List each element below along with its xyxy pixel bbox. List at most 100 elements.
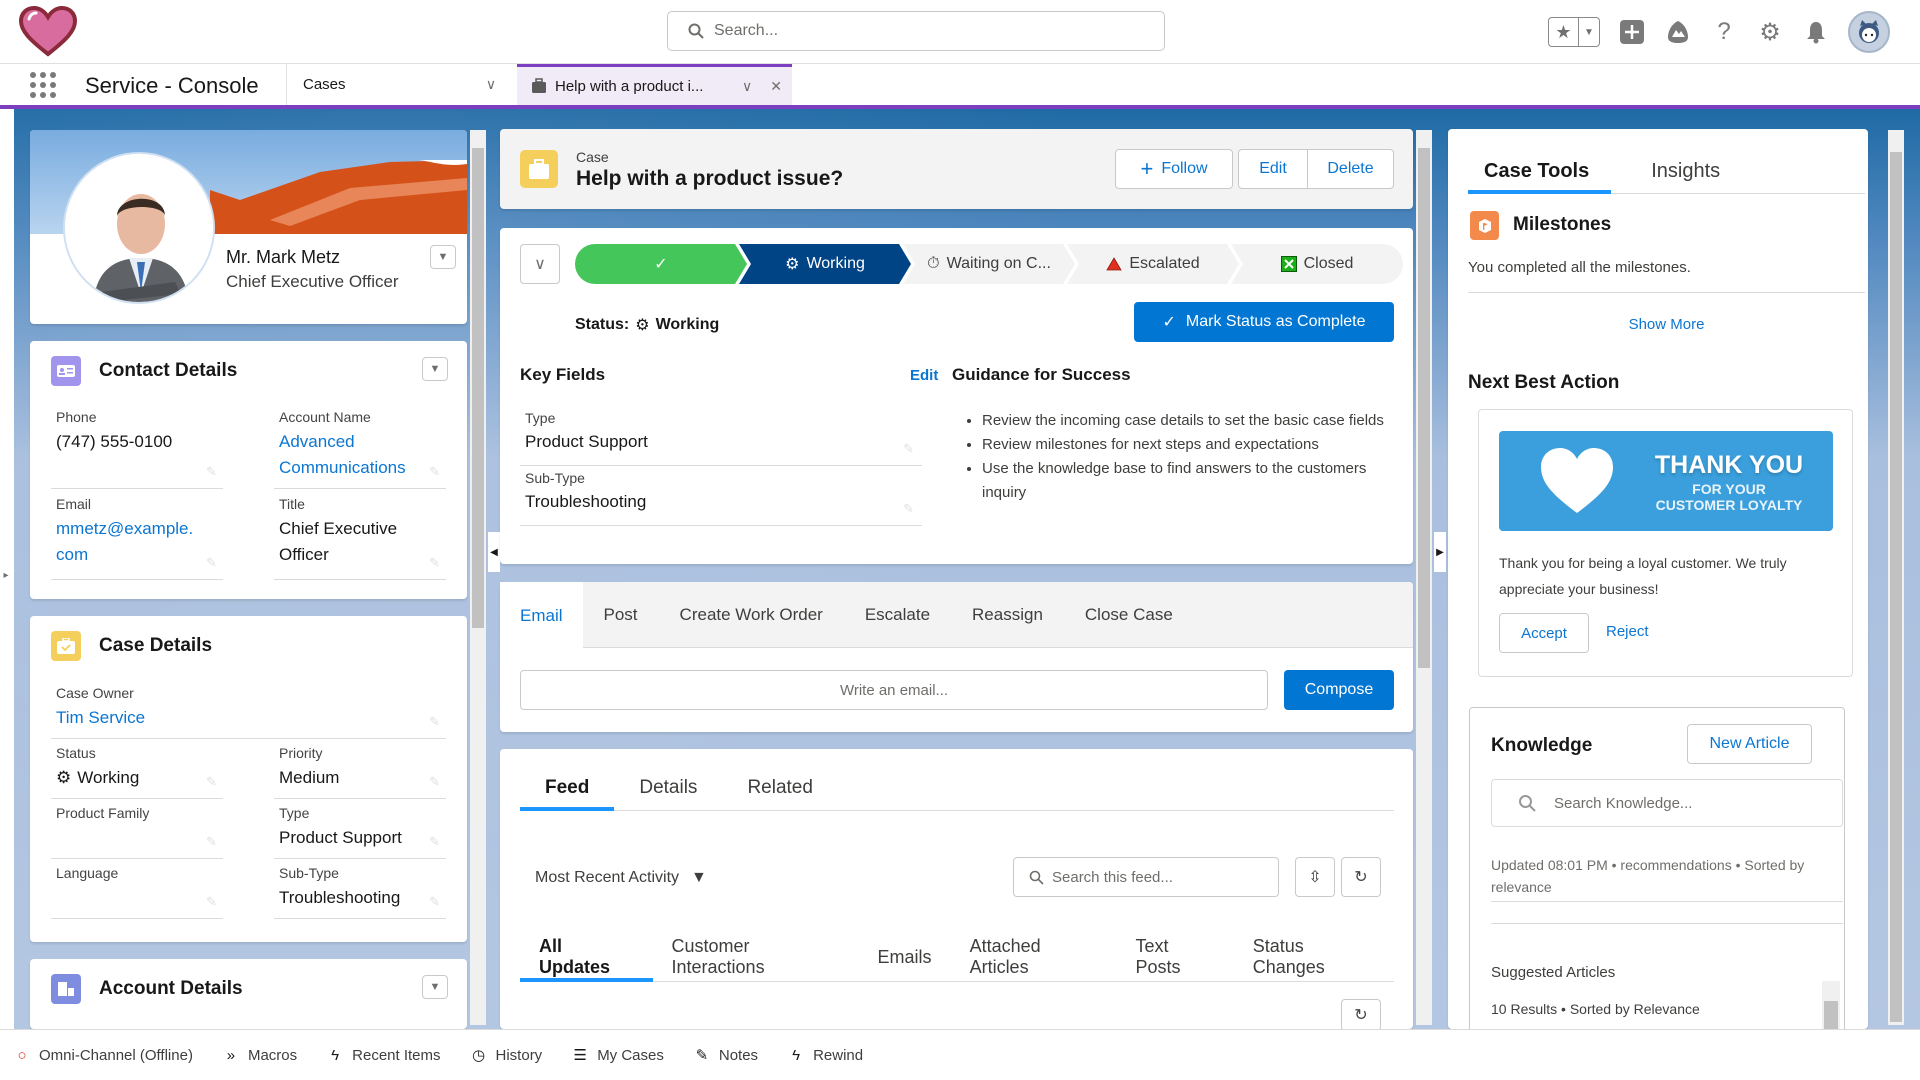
feed-refresh-icon[interactable]: ↻ xyxy=(1341,999,1381,1031)
edit-pencil-icon[interactable]: ✎ xyxy=(429,894,440,910)
edit-pencil-icon[interactable]: ✎ xyxy=(429,464,440,480)
new-article-button[interactable]: New Article xyxy=(1687,724,1812,764)
account-details-menu-icon[interactable]: ▼ xyxy=(422,975,448,999)
edit-pencil-icon[interactable]: ✎ xyxy=(429,714,440,730)
middle-panel-scrollbar[interactable] xyxy=(1416,130,1432,1025)
phone-value[interactable]: (747) 555-0100 xyxy=(56,429,223,455)
left-panel-scrollbar[interactable] xyxy=(470,130,486,1025)
right-panel-scrollbar[interactable] xyxy=(1888,130,1904,1025)
edit-pencil-icon[interactable]: ✎ xyxy=(429,555,440,571)
setup-gear-icon[interactable]: ⚙ xyxy=(1756,18,1784,46)
filter-status-changes[interactable]: Status Changes xyxy=(1234,932,1394,982)
path-stage-closed[interactable]: Closed xyxy=(1231,244,1403,284)
field-sub-type: Sub-Type Troubleshooting ✎ xyxy=(274,865,446,919)
workspace-tab-case[interactable]: Help with a product i... ∨ ✕ xyxy=(517,64,792,105)
tab-feed[interactable]: Feed xyxy=(520,765,615,811)
follow-label: Follow xyxy=(1161,160,1208,177)
path-stage-waiting[interactable]: ⏱ Waiting on C... xyxy=(903,244,1075,284)
filter-attached-articles[interactable]: Attached Articles xyxy=(951,932,1117,982)
tab-case-tools[interactable]: Case Tools xyxy=(1468,149,1612,194)
left-edge-expand-icon[interactable]: ▸ xyxy=(0,555,12,595)
utility-rewind[interactable]: ϟ Rewind xyxy=(788,1047,863,1064)
email-link[interactable]: mmetz@example.com xyxy=(56,516,196,568)
scrollbar-thumb[interactable] xyxy=(1890,152,1902,1022)
tab-details[interactable]: Details xyxy=(614,765,722,811)
edit-pencil-icon[interactable]: ✎ xyxy=(206,555,217,571)
edit-pencil-icon[interactable]: ✎ xyxy=(206,834,217,850)
scrollbar-thumb[interactable] xyxy=(472,148,484,628)
edit-pencil-icon[interactable]: ✎ xyxy=(206,894,217,910)
favorites-star-icon[interactable]: ★ xyxy=(1549,18,1579,46)
follow-button[interactable]: + Follow xyxy=(1115,149,1233,189)
favorites-dropdown-icon[interactable]: ▼ xyxy=(1579,18,1599,46)
nav-item-cases[interactable]: Cases xyxy=(286,64,466,105)
search-knowledge-input[interactable]: Search Knowledge... xyxy=(1491,779,1843,827)
refresh-icon[interactable]: ↻ xyxy=(1341,857,1381,897)
suggested-list-scrollbar[interactable] xyxy=(1822,981,1840,1036)
mark-status-complete-button[interactable]: ✓ Mark Status as Complete xyxy=(1134,302,1394,342)
tab-reassign[interactable]: Reassign xyxy=(951,582,1064,648)
utility-notes[interactable]: ✎ Notes xyxy=(694,1046,758,1065)
feed-sort-dropdown[interactable]: Most Recent Activity ▼ xyxy=(535,869,707,887)
help-icon[interactable]: ? xyxy=(1710,18,1738,46)
right-panel-collapse-icon[interactable]: ▶ xyxy=(1434,532,1446,572)
edit-pencil-icon[interactable]: ✎ xyxy=(903,441,914,457)
workspace-tab-label: Help with a product i... xyxy=(555,77,704,95)
path-expand-chevron-icon[interactable]: ∨ xyxy=(520,244,560,284)
heart-logo-icon[interactable] xyxy=(18,5,78,58)
global-search-input[interactable]: Search... xyxy=(667,11,1165,51)
user-avatar[interactable] xyxy=(1848,11,1890,53)
path-stage-complete[interactable]: ✓ xyxy=(575,244,747,284)
nav-menu-chevron-down-icon[interactable]: ∨ xyxy=(466,64,516,105)
plus-icon: + xyxy=(1140,156,1154,181)
tab-create-work-order[interactable]: Create Work Order xyxy=(659,582,844,648)
edit-pencil-icon[interactable]: ✎ xyxy=(429,774,440,790)
tab-related[interactable]: Related xyxy=(722,765,838,811)
utility-omni-channel[interactable]: ○ Omni-Channel (Offline) xyxy=(14,1047,192,1064)
edit-pencil-icon[interactable]: ✎ xyxy=(206,464,217,480)
profile-menu-dropdown-icon[interactable]: ▼ xyxy=(430,245,456,269)
favorites-button-group[interactable]: ★ ▼ xyxy=(1548,17,1600,47)
global-actions-plus-icon[interactable] xyxy=(1618,18,1646,46)
utility-macros[interactable]: » Macros xyxy=(223,1047,297,1064)
write-email-input[interactable]: Write an email... xyxy=(520,670,1268,710)
utility-my-cases[interactable]: ☰ My Cases xyxy=(572,1046,663,1065)
search-feed-input[interactable]: Search this feed... xyxy=(1013,857,1279,897)
delete-button[interactable]: Delete xyxy=(1307,149,1394,189)
show-more-link[interactable]: Show More xyxy=(1448,316,1885,333)
key-field-type: Type Product Support ✎ xyxy=(520,410,922,466)
contact-details-menu-icon[interactable]: ▼ xyxy=(422,357,448,381)
case-owner-link[interactable]: Tim Service xyxy=(56,705,446,731)
knowledge-meta-text: Updated 08:01 PM • recommendations • Sor… xyxy=(1491,857,1805,895)
path-stage-escalated[interactable]: Escalated xyxy=(1067,244,1239,284)
compose-button[interactable]: Compose xyxy=(1284,670,1394,710)
reject-link[interactable]: Reject xyxy=(1606,623,1649,640)
edit-button[interactable]: Edit xyxy=(1238,149,1308,189)
accept-button[interactable]: Accept xyxy=(1499,613,1589,653)
trailhead-icon[interactable] xyxy=(1664,18,1692,46)
filter-emails[interactable]: Emails xyxy=(859,932,951,982)
utility-recent-items[interactable]: ϟ Recent Items xyxy=(327,1047,440,1064)
app-launcher-grid-icon[interactable] xyxy=(30,72,56,98)
edit-pencil-icon[interactable]: ✎ xyxy=(206,774,217,790)
tab-close-case[interactable]: Close Case xyxy=(1064,582,1194,648)
filter-text-posts[interactable]: Text Posts xyxy=(1117,932,1234,982)
filter-customer-interactions[interactable]: Customer Interactions xyxy=(653,932,859,982)
scrollbar-thumb[interactable] xyxy=(1418,148,1430,668)
key-fields-edit-link[interactable]: Edit xyxy=(910,367,938,384)
tab-post[interactable]: Post xyxy=(583,582,659,648)
expand-collapse-icon[interactable]: ⇳ xyxy=(1295,857,1335,897)
account-name-link[interactable]: Advanced Communications xyxy=(279,429,419,481)
tab-close-icon[interactable]: ✕ xyxy=(770,78,782,95)
edit-pencil-icon[interactable]: ✎ xyxy=(429,834,440,850)
notifications-bell-icon[interactable] xyxy=(1802,18,1830,46)
tab-email[interactable]: Email xyxy=(500,582,583,649)
filter-all-updates[interactable]: All Updates xyxy=(520,932,653,982)
tab-escalate[interactable]: Escalate xyxy=(844,582,951,648)
tab-chevron-down-icon[interactable]: ∨ xyxy=(742,78,752,95)
path-stage-working[interactable]: ⚙ Working xyxy=(739,244,911,284)
edit-pencil-icon[interactable]: ✎ xyxy=(903,501,914,517)
left-panel-collapse-icon[interactable]: ◀ xyxy=(488,532,500,572)
tab-insights[interactable]: Insights xyxy=(1635,149,1736,194)
utility-history[interactable]: ◷ History xyxy=(471,1046,542,1065)
